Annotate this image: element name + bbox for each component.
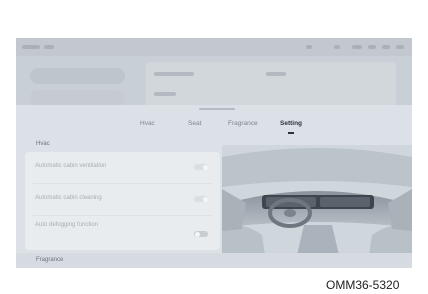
defogging-toggle[interactable]: [194, 231, 208, 237]
setting-row-auto-defogging[interactable]: Auto defogging function: [25, 216, 220, 246]
hvac-settings-card: Automatic cabin ventilation Automatic ca…: [25, 152, 220, 250]
tab-bar: Hvac Seat Fragrance Setting: [16, 120, 412, 136]
setting-row-cabin-ventilation[interactable]: Automatic cabin ventilation: [25, 152, 220, 182]
section-title-fragrance: Fragrance: [36, 257, 64, 263]
climate-settings-sheet: Hvac Seat Fragrance Setting Hvac Automat…: [16, 105, 412, 268]
active-tab-indicator: [288, 132, 294, 134]
section-title-hvac: Hvac: [36, 141, 50, 147]
car-interior-image: [222, 145, 412, 268]
setting-label: Auto defogging function: [35, 222, 99, 228]
tab-seat[interactable]: Seat: [188, 120, 201, 127]
sheet-drag-handle[interactable]: [199, 108, 235, 110]
tab-setting[interactable]: Setting: [280, 120, 302, 127]
setting-row-cabin-cleaning[interactable]: Automatic cabin cleaning: [25, 184, 220, 214]
setting-label: Automatic cabin ventilation: [35, 163, 107, 169]
image-code-label: OMM36-5320: [326, 278, 400, 292]
fragrance-section: Fragrance: [16, 253, 412, 268]
ventilation-toggle[interactable]: [194, 164, 208, 170]
tab-fragrance[interactable]: Fragrance: [228, 120, 258, 127]
infotainment-screen: Hvac Seat Fragrance Setting Hvac Automat…: [16, 38, 412, 268]
setting-label: Automatic cabin cleaning: [35, 195, 102, 201]
status-bar: [16, 38, 412, 56]
tab-hvac[interactable]: Hvac: [140, 120, 155, 127]
cleaning-toggle[interactable]: [194, 196, 208, 202]
